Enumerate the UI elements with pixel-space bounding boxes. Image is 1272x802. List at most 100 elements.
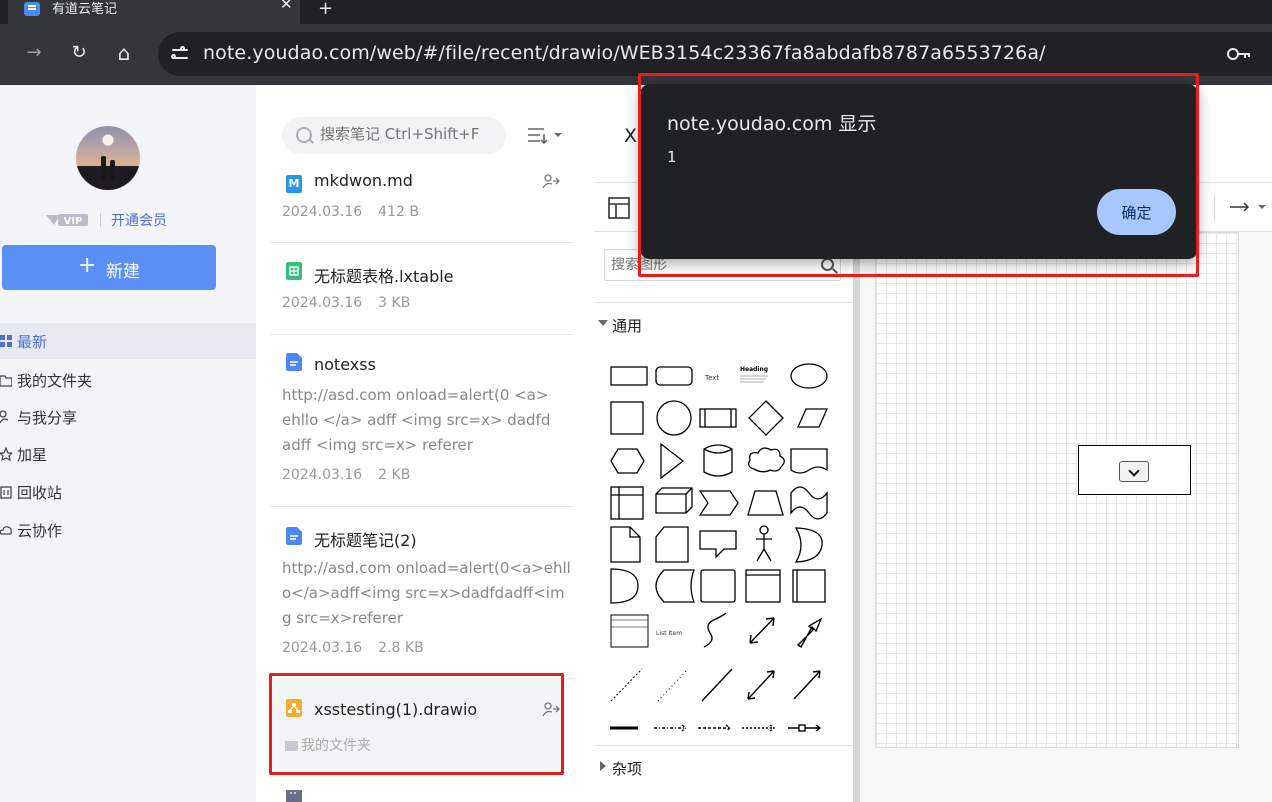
cloud-shape-icon[interactable] [748, 447, 785, 473]
alert-dialog: note.youdao.com 显示 1 确定 [640, 84, 1198, 259]
site-info-icon[interactable] [170, 44, 190, 64]
cylinder-shape-icon[interactable] [703, 444, 733, 477]
container-shape-icon[interactable] [610, 486, 644, 520]
grid-icon [0, 335, 12, 347]
canvas-shape-with-select[interactable] [1078, 445, 1191, 495]
sidebar-splitter[interactable] [853, 232, 860, 802]
data-storage-shape-icon[interactable] [655, 569, 695, 603]
note-file-icon [286, 527, 302, 545]
square-shape-icon[interactable] [610, 401, 644, 435]
reload-button[interactable]: ↻ [67, 41, 91, 65]
sidebar: VIP 开通会员 + 新建 最新 我的文件夹 与我分享 加星 回收站 云协作 [0, 85, 256, 802]
file-list-panel: M mkdwon.md 2024.03.16 412 B 无标题表格.lxtabl… [256, 85, 594, 802]
text-shape-icon[interactable]: Text [704, 374, 719, 382]
sidebar-item-recent[interactable]: 最新 [0, 323, 256, 359]
card-shape-icon[interactable] [655, 526, 689, 563]
curve-shape-icon[interactable] [703, 612, 727, 648]
new-tab-button[interactable]: + [318, 0, 333, 18]
section-general-header[interactable]: 通用 [594, 302, 853, 346]
sidebar-item-cloud-collab[interactable]: 云协作 [0, 512, 256, 548]
arrow-shape-icon[interactable] [796, 617, 823, 649]
trapezoid-shape-icon[interactable] [747, 490, 784, 516]
file-size: 2 KB [378, 467, 411, 483]
drawing-canvas[interactable] [875, 232, 1239, 748]
file-meta: 2024.03.16 3 KB [282, 295, 410, 311]
open-membership-link[interactable]: 开通会员 [111, 210, 167, 230]
or-shape-icon[interactable] [794, 527, 823, 563]
markdown-file-icon: M [286, 175, 302, 193]
callout-shape-icon[interactable] [699, 530, 737, 559]
url-text[interactable]: note.youdao.com/web/#/file/recent/drawio… [203, 42, 1046, 64]
youdao-note-favicon-icon [24, 2, 40, 16]
heading-body-lines [740, 375, 768, 383]
note-search-input[interactable] [320, 125, 500, 143]
close-tab-icon[interactable]: ✕ [280, 0, 293, 12]
format-panel-icon[interactable] [608, 197, 630, 219]
rectangle-shape-icon[interactable] [610, 366, 648, 386]
note-search[interactable] [282, 117, 506, 154]
shape-palette: Text Heading List Item [610, 363, 829, 732]
delay-shape-icon[interactable] [610, 568, 639, 604]
heading-shape-icon[interactable]: Heading [740, 366, 768, 373]
actor-shape-icon[interactable] [756, 534, 772, 562]
file-meta: 2024.03.16 2.8 KB [282, 640, 424, 656]
canvas-area[interactable] [860, 232, 1272, 802]
bidirectional-arrow-icon[interactable] [749, 617, 775, 644]
file-date: 2024.03.16 [282, 204, 363, 220]
file-item-mkdwon[interactable]: M mkdwon.md 2024.03.16 412 B [270, 160, 573, 243]
file-item-xsstesting-drawio[interactable]: xsstesting(1).drawio 我的文件夹 [273, 679, 563, 771]
section-misc-header[interactable]: 杂项 [594, 745, 853, 789]
file-item-notexss[interactable]: notexss http://asd.com onload=alert(0 <a… [270, 335, 573, 507]
actor-head[interactable] [759, 525, 769, 535]
new-button[interactable]: + 新建 [2, 245, 216, 290]
cube-shape-icon[interactable] [655, 487, 693, 514]
internal-storage-shape-icon[interactable] [792, 569, 826, 603]
step-shape-icon[interactable] [698, 490, 739, 516]
sidebar-item-label: 回收站 [17, 484, 63, 502]
triangle-shape-icon[interactable] [660, 442, 685, 480]
embedded-select-dropdown[interactable] [1119, 461, 1149, 482]
share-user-icon [0, 410, 9, 424]
shape-search-input[interactable] [611, 257, 811, 273]
sort-menu-icon[interactable] [526, 127, 566, 145]
connector-label-box [798, 724, 806, 732]
browser-tab[interactable]: 有道云笔记 ✕ [8, 0, 300, 24]
file-item-untitled-note-2[interactable]: 无标题笔记(2) http://asd.com onload=alert(0<a… [270, 507, 573, 679]
file-name: xsstesting(1).drawio [314, 700, 478, 719]
rounded-rectangle-shape-icon[interactable] [655, 366, 693, 386]
plus-icon: + [78, 253, 97, 278]
ellipse-shape-icon[interactable] [790, 363, 828, 389]
note-file-icon [286, 790, 302, 802]
avatar[interactable] [76, 126, 140, 190]
file-snippet: http://asd.com onload=alert(0 <a> ehllo … [282, 386, 551, 454]
file-date: 2024.03.16 [282, 295, 363, 311]
sidebar-item-my-folders[interactable]: 我的文件夹 [0, 362, 256, 398]
file-folder-name: 我的文件夹 [301, 738, 371, 754]
expand-triangle-icon [600, 761, 606, 771]
section-label: 通用 [612, 317, 643, 335]
drawio-document-title[interactable]: X [624, 125, 637, 147]
circle-shape-icon[interactable] [656, 400, 692, 436]
file-item-untitled-table[interactable]: 无标题表格.lxtable 2024.03.16 3 KB [270, 243, 573, 335]
alert-ok-button[interactable]: 确定 [1097, 189, 1176, 235]
sidebar-item-recycle-bin[interactable]: 回收站 [0, 474, 256, 510]
parallelogram-shape-icon[interactable] [796, 408, 829, 428]
connector-style-icon[interactable] [1230, 201, 1270, 213]
sidebar-item-starred[interactable]: 加星 [0, 436, 256, 472]
address-bar[interactable]: note.youdao.com/web/#/file/recent/drawio… [158, 32, 1272, 76]
document-shape-icon[interactable] [790, 448, 828, 474]
hexagon-shape-icon[interactable] [610, 448, 645, 474]
sidebar-item-label: 最新 [17, 333, 48, 351]
diamond-shape-icon[interactable] [748, 400, 784, 436]
rounded-square-shape-icon[interactable] [700, 569, 736, 603]
sidebar-item-label: 与我分享 [17, 409, 78, 427]
sidebar-item-shared-with-me[interactable]: 与我分享 [0, 399, 256, 435]
note-shape-icon[interactable] [610, 526, 641, 563]
home-button[interactable]: ⌂ [112, 41, 136, 65]
forward-button[interactable]: → [22, 41, 46, 65]
list-item-shape-icon[interactable]: List Item [656, 630, 682, 637]
file-name: 无标题笔记(2) [314, 531, 417, 550]
search-icon[interactable] [821, 258, 834, 271]
password-key-icon[interactable] [1226, 44, 1252, 64]
tape-shape-icon[interactable] [790, 486, 828, 520]
